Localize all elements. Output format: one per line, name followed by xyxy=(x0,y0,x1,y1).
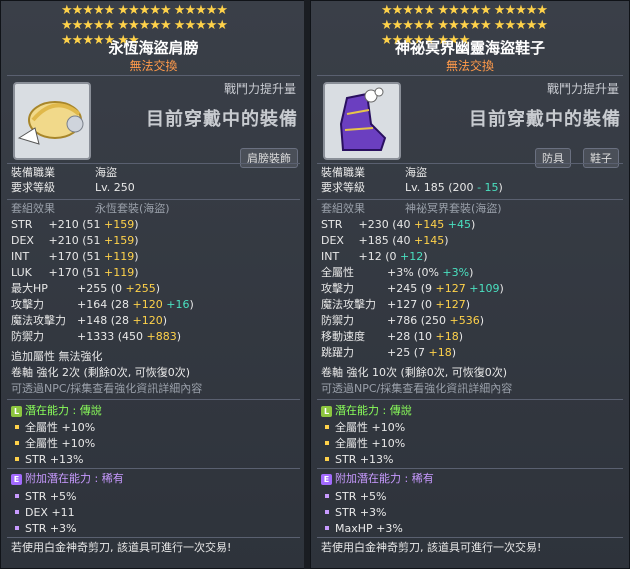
stat-row: DEX +210 (51 +159) xyxy=(11,234,139,247)
level-reduction: - 15 xyxy=(477,181,499,194)
legendary-icon: L xyxy=(321,405,332,417)
stat-row: 移動速度 +28 (10 +18) xyxy=(321,330,464,343)
epic-icon: E xyxy=(321,473,332,485)
power-increase-label: 戰鬥力提升量 xyxy=(546,82,619,96)
divider xyxy=(317,399,623,400)
equipped-label: 目前穿戴中的裝備 xyxy=(146,109,298,130)
set-value: 永恆套裝(海盜) xyxy=(95,202,170,215)
stat-row: 防禦力 +1333 (450 +883) xyxy=(11,330,182,343)
item-tooltip-left: ★★★★★ ★★★★★ ★★★★★ ★★★★★ ★★★★★ ★★★★★ ★★★★… xyxy=(0,0,307,569)
bonus-line: MaxHP +3% xyxy=(321,522,403,536)
level-value: Lv. 185 (200 xyxy=(405,181,478,194)
level-label: 要求等級 xyxy=(321,181,365,194)
potential-label: 潛在能力 : 傳說 xyxy=(25,404,102,417)
item-icon xyxy=(13,82,91,160)
potential-line: 全屬性 +10% xyxy=(11,421,95,435)
potential-line: 全屬性 +10% xyxy=(321,437,405,451)
job-label: 裝備職業 xyxy=(11,166,55,179)
star-row: ★★★★★ ★★★★★ ★★★★★ xyxy=(381,3,548,18)
extra-attribute: 追加屬性 無法強化 xyxy=(11,350,103,363)
category-tag: 肩膀裝飾 xyxy=(240,148,298,168)
bonus-potential-label: 附加潛在能力 : 稀有 xyxy=(25,472,124,485)
npc-note: 可透過NPC/採集查看強化資訊詳細內容 xyxy=(321,382,513,395)
item-title: 神祕冥界幽靈海盜鞋子 xyxy=(394,39,545,57)
star-row: ★★★★★ ★★★★★ ★★★★★ xyxy=(61,18,228,33)
stat-row: DEX +185 (40 +145) xyxy=(321,234,449,247)
stat-row: INT +170 (51 +119) xyxy=(11,250,139,263)
divider xyxy=(317,163,623,164)
divider xyxy=(317,468,623,469)
star-row: ★★★★★ ★★★★★ ★★★★★ xyxy=(381,18,548,33)
legendary-icon: L xyxy=(11,405,22,417)
potential-line: 全屬性 +10% xyxy=(11,437,95,451)
item-title: 永恆海盜肩膀 xyxy=(108,39,199,57)
potential-line: 全屬性 +10% xyxy=(321,421,405,435)
stat-row: STR +210 (51 +159) xyxy=(11,218,139,231)
bonus-line: STR +5% xyxy=(11,490,77,504)
stat-row: 魔法攻擊力 +148 (28 +120) xyxy=(11,314,168,327)
stat-row: 攻擊力 +245 (9 +127 +109) xyxy=(321,282,504,295)
stat-row: 防禦力 +786 (250 +536) xyxy=(321,314,485,327)
bonus-line: STR +3% xyxy=(321,506,387,520)
divider xyxy=(317,75,623,76)
level-label: 要求等級 xyxy=(11,181,55,194)
stat-row: INT +12 (0 +12) xyxy=(321,250,428,263)
trade-status: 無法交換 xyxy=(129,59,178,73)
divider xyxy=(317,199,623,200)
scroll-info: 卷軸 強化 10次 (剩餘0次, 可恢復0次) xyxy=(321,366,508,379)
scroll-info: 卷軸 強化 2次 (剩餘0次, 可恢復0次) xyxy=(11,366,191,379)
job-value: 海盜 xyxy=(405,166,427,179)
bonus-potential-label: 附加潛在能力 : 稀有 xyxy=(335,472,434,485)
divider xyxy=(7,399,300,400)
stat-row: LUK +170 (51 +119) xyxy=(11,266,139,279)
category-tag: 鞋子 xyxy=(583,148,619,168)
npc-note: 可透過NPC/採集查看強化資訊詳細內容 xyxy=(11,382,203,395)
stat-row: 跳躍力 +25 (7 +18) xyxy=(321,346,457,359)
set-value: 神祕冥界套裝(海盜) xyxy=(405,202,502,215)
bonus-line: DEX +11 xyxy=(11,506,75,520)
set-label: 套組效果 xyxy=(11,202,55,215)
set-label: 套組效果 xyxy=(321,202,365,215)
bonus-line: STR +3% xyxy=(11,522,77,536)
item-icon xyxy=(323,82,401,160)
category-tag: 防具 xyxy=(535,148,571,168)
divider xyxy=(7,163,300,164)
job-label: 裝備職業 xyxy=(321,166,365,179)
epic-icon: E xyxy=(11,473,22,485)
divider xyxy=(7,199,300,200)
footer-note: 若使用白金神奇剪刀, 該道具可進行一次交易! xyxy=(11,541,232,554)
power-increase-label: 戰鬥力提升量 xyxy=(223,82,296,96)
job-value: 海盜 xyxy=(95,166,117,179)
shoe-icon xyxy=(339,87,387,151)
divider xyxy=(317,537,623,538)
stat-row: 攻擊力 +164 (28 +120 +16) xyxy=(11,298,194,311)
stat-row: 最大HP +255 (0 +255) xyxy=(11,282,161,295)
equipped-label: 目前穿戴中的裝備 xyxy=(469,109,621,130)
star-row: ★★★★★ ★★★★★ ★★★★★ xyxy=(61,3,228,18)
item-tooltip-right: ★★★★★ ★★★★★ ★★★★★ ★★★★★ ★★★★★ ★★★★★ ★★★★… xyxy=(310,0,630,569)
divider xyxy=(7,537,300,538)
stat-row: STR +230 (40 +145 +45) xyxy=(321,218,476,231)
stat-row: 魔法攻擊力 +127 (0 +127) xyxy=(321,298,471,311)
divider xyxy=(7,468,300,469)
footer-note: 若使用白金神奇剪刀, 該道具可進行一次交易! xyxy=(321,541,542,554)
level-value: Lv. 250 xyxy=(95,181,135,194)
stat-row: 全屬性 +3% (0% +3%) xyxy=(321,266,474,279)
potential-label: 潛在能力 : 傳說 xyxy=(335,404,412,417)
potential-line: STR +13% xyxy=(321,453,394,467)
bonus-line: STR +5% xyxy=(321,490,387,504)
level-close: ) xyxy=(498,181,503,194)
potential-line: STR +13% xyxy=(11,453,84,467)
divider xyxy=(7,75,300,76)
trade-status: 無法交換 xyxy=(445,59,494,73)
shoulder-icon xyxy=(17,101,84,145)
